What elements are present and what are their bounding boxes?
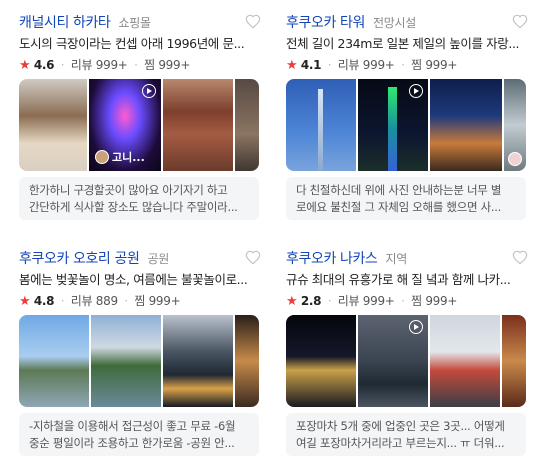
separator: · <box>60 294 65 308</box>
review-line: 간단하게 식사할 장소도 많습니다 주말이라... <box>29 200 238 214</box>
separator: · <box>60 58 65 72</box>
place-title[interactable]: 캐널시티 하카타 <box>19 15 111 31</box>
star-icon: ★ <box>286 294 298 309</box>
rating-value: 4.8 <box>33 294 55 308</box>
place-category: 지역 <box>385 252 408 266</box>
review-count[interactable]: 리뷰 999+ <box>338 58 395 72</box>
review-line: 로에요 불친절 그 자체임 오해를 했으면 사... <box>296 200 501 214</box>
place-title[interactable]: 후쿠오카 나카스 <box>286 251 378 267</box>
place-category: 전망시설 <box>373 16 416 30</box>
avatar <box>95 150 109 164</box>
photo[interactable] <box>286 79 356 171</box>
place-meta: ★ 2.8 · 리뷰 999+ · 찜 999+ <box>286 290 526 312</box>
photo-strip[interactable] <box>286 79 526 171</box>
review-count[interactable]: 리뷰 999+ <box>71 58 128 72</box>
review-snippet[interactable]: 포장마차 5개 중에 업중인 곳은 3곳... 어떻게 여길 포장마차거리라고 … <box>286 413 526 456</box>
avatar <box>508 152 522 166</box>
separator: · <box>327 58 332 72</box>
review-snippet[interactable]: 다 친절하신데 위에 사진 안내하는분 너무 별 로에요 불친절 그 자체임 오… <box>286 177 526 220</box>
place-category: 공원 <box>147 252 170 266</box>
save-count: 찜 999+ <box>144 58 191 72</box>
heart-outline-icon[interactable] <box>512 250 528 266</box>
photo[interactable] <box>235 315 259 407</box>
place-description: 전체 길이 234m로 일본 제일의 높이를 자랑... <box>286 36 520 51</box>
place-title[interactable]: 후쿠오카 타워 <box>286 15 365 31</box>
place-card-nakasu[interactable]: 후쿠오카 나카스 지역 규슈 최대의 유흥가로 해 질 녘과 함께 나카... … <box>286 248 528 456</box>
photo-video[interactable] <box>358 79 428 171</box>
photo[interactable] <box>502 315 526 407</box>
photo-video[interactable] <box>358 315 428 407</box>
photo[interactable] <box>430 315 500 407</box>
place-card-fukuoka-tower[interactable]: 후쿠오카 타워 전망시설 전체 길이 234m로 일본 제일의 높이를 자랑..… <box>286 12 528 220</box>
separator: · <box>124 294 128 308</box>
separator: · <box>134 58 138 72</box>
place-description: 봄에는 벚꽃놀이 명소, 여름에는 불꽃놀이로... <box>19 272 248 287</box>
video-play-icon <box>142 84 156 98</box>
title-row: 후쿠오카 나카스 지역 <box>286 248 528 270</box>
place-meta: ★ 4.6 · 리뷰 999+ · 찜 999+ <box>19 54 259 76</box>
review-line: 포장마차 5개 중에 업중인 곳은 3곳... 어떻게 <box>296 419 505 433</box>
photo-overlay-label: 고니... <box>95 149 145 165</box>
rating-value: 4.1 <box>300 58 322 72</box>
tower-lights <box>388 87 397 171</box>
star-icon: ★ <box>286 58 298 73</box>
review-snippet[interactable]: -지하철을 이용해서 접근성이 좋고 무료 -6월 중순 평일이라 조용하고 한… <box>19 413 259 456</box>
photo[interactable] <box>430 79 502 171</box>
heart-outline-icon[interactable] <box>245 250 261 266</box>
review-snippet[interactable]: 한가하니 구경할곳이 많아요 아기자기 하고 간단하게 식사할 장소도 많습니다… <box>19 177 259 220</box>
review-count[interactable]: 리뷰 889 <box>71 294 118 308</box>
photo-video[interactable]: 고니... <box>89 79 161 171</box>
title-row: 캐널시티 하카타 쇼핑몰 <box>19 12 261 34</box>
review-line: 중순 평일이라 조용하고 한가로움 -공원 안... <box>29 436 235 450</box>
save-count: 찜 999+ <box>411 58 458 72</box>
save-count: 찜 999+ <box>411 294 458 308</box>
place-card-canal-city[interactable]: 캐널시티 하카타 쇼핑몰 도시의 극장이라는 컨셉 아래 1996년에 문...… <box>19 12 261 220</box>
video-play-icon <box>409 84 423 98</box>
rating-value: 4.6 <box>33 58 55 72</box>
heart-outline-icon[interactable] <box>245 14 261 30</box>
place-title[interactable]: 후쿠오카 오호리 공원 <box>19 251 140 267</box>
place-meta: ★ 4.8 · 리뷰 889 · 찜 999+ <box>19 290 259 312</box>
separator: · <box>327 294 332 308</box>
separator: · <box>401 58 405 72</box>
photo[interactable] <box>19 315 89 407</box>
photo[interactable] <box>163 79 233 171</box>
photo-strip[interactable] <box>19 315 259 407</box>
rating-value: 2.8 <box>300 294 322 308</box>
review-count[interactable]: 리뷰 999+ <box>338 294 395 308</box>
place-meta: ★ 4.1 · 리뷰 999+ · 찜 999+ <box>286 54 526 76</box>
place-category: 쇼핑몰 <box>118 16 152 30</box>
photo[interactable] <box>163 315 233 407</box>
photo[interactable] <box>19 79 87 171</box>
star-icon: ★ <box>19 294 31 309</box>
photo-strip[interactable]: 고니... <box>19 79 259 171</box>
photo-strip[interactable] <box>286 315 526 407</box>
place-description: 규슈 최대의 유흥가로 해 질 녘과 함께 나카... <box>286 272 511 287</box>
review-line: 여길 포장마차거리라고 부르는지... ㅠ 더워... <box>296 436 505 450</box>
place-description: 도시의 극장이라는 컨셉 아래 1996년에 문... <box>19 36 245 51</box>
separator: · <box>401 294 405 308</box>
tower-shape <box>318 89 323 171</box>
title-row: 후쿠오카 타워 전망시설 <box>286 12 528 34</box>
overlay-text: 고니... <box>112 151 145 164</box>
photo[interactable] <box>235 79 259 171</box>
review-line: 한가하니 구경할곳이 많아요 아기자기 하고 <box>29 183 228 197</box>
title-row: 후쿠오카 오호리 공원 공원 <box>19 248 261 270</box>
review-line: -지하철을 이용해서 접근성이 좋고 무료 -6월 <box>29 419 236 433</box>
heart-outline-icon[interactable] <box>512 14 528 30</box>
photo[interactable] <box>91 315 161 407</box>
save-count: 찜 999+ <box>134 294 181 308</box>
video-play-icon <box>409 320 423 334</box>
star-icon: ★ <box>19 58 31 73</box>
place-card-ohori-park[interactable]: 후쿠오카 오호리 공원 공원 봄에는 벚꽃놀이 명소, 여름에는 불꽃놀이로..… <box>19 248 261 456</box>
photo[interactable] <box>286 315 356 407</box>
review-line: 다 친절하신데 위에 사진 안내하는분 너무 별 <box>296 183 502 197</box>
photo[interactable] <box>504 79 526 171</box>
